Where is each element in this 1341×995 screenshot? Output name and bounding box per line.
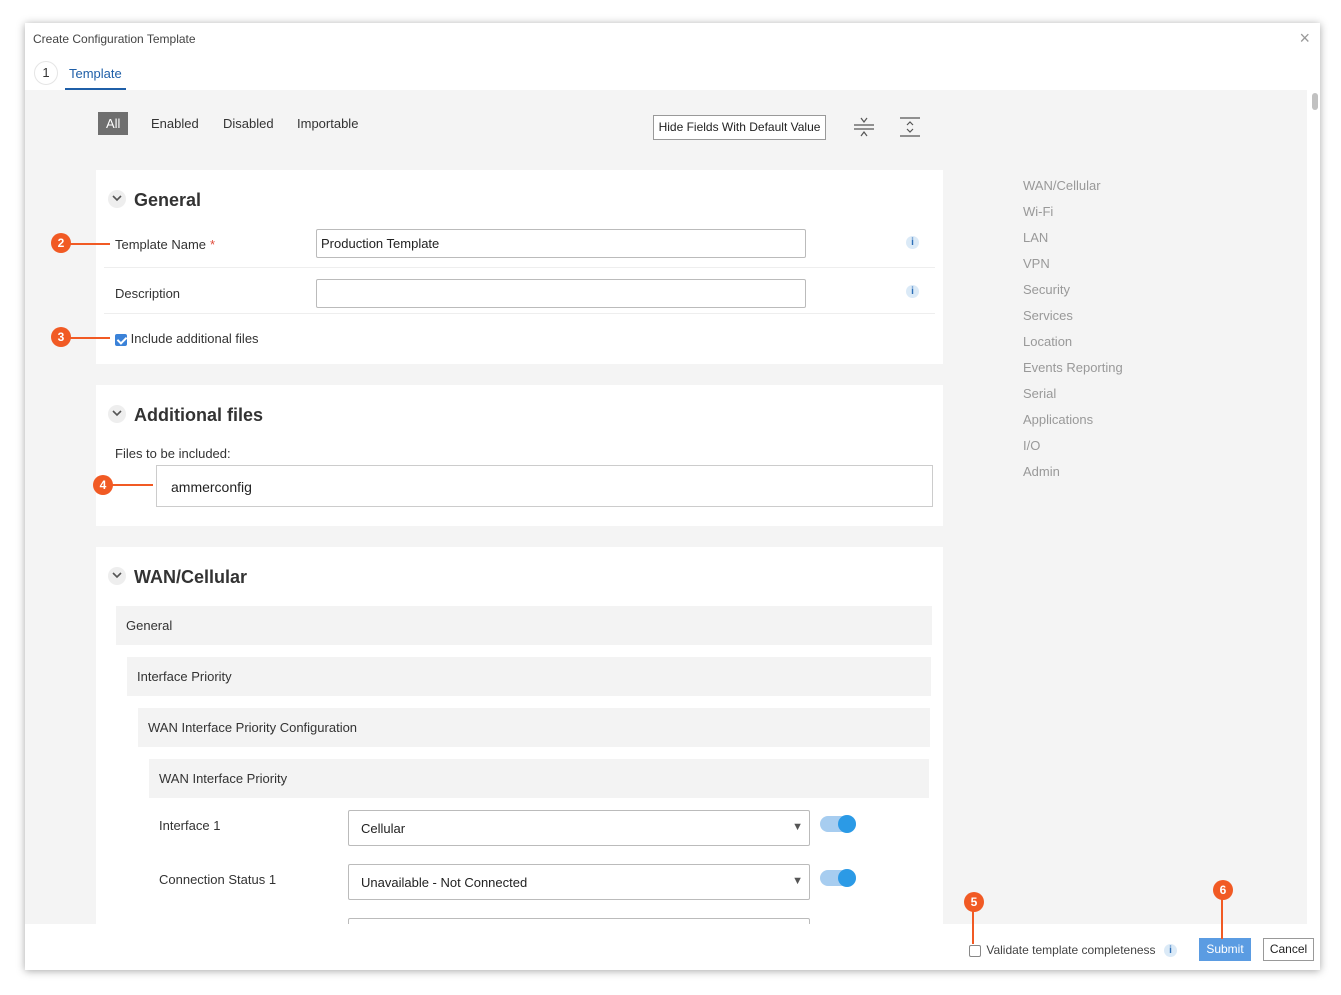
callout-3: 3: [51, 327, 71, 347]
filter-importable[interactable]: Importable: [289, 112, 366, 135]
interface-priority-row[interactable]: Interface Priority: [127, 657, 931, 696]
close-icon[interactable]: ×: [1299, 29, 1310, 47]
divider: [104, 267, 935, 268]
description-label: Description: [115, 286, 181, 301]
wan-title: WAN/Cellular: [134, 567, 248, 587]
connection-status1-label: Connection Status 1: [159, 872, 277, 887]
cancel-button[interactable]: Cancel: [1263, 938, 1314, 961]
callout-2: 2: [51, 233, 71, 253]
step-number: 1: [34, 61, 58, 85]
hide-default-fields-button[interactable]: Hide Fields With Default Value: [653, 115, 826, 140]
nav-admin[interactable]: Admin: [1023, 464, 1123, 490]
chevron-down-icon: [108, 190, 126, 209]
connection-status1-select[interactable]: Unavailable - Not Connected ▼: [348, 864, 810, 900]
callout-6: 6: [1213, 880, 1233, 900]
section-nav: WAN/Cellular Wi-Fi LAN VPN Security Serv…: [1023, 178, 1123, 490]
wan-section-header[interactable]: WAN/Cellular: [108, 567, 247, 588]
nav-security[interactable]: Security: [1023, 282, 1123, 308]
validate-label: Validate template completeness: [986, 943, 1156, 957]
required-marker: *: [210, 237, 216, 252]
connection-status1-toggle[interactable]: [820, 869, 856, 887]
files-input[interactable]: ammerconfig: [156, 465, 933, 507]
nav-events-reporting[interactable]: Events Reporting: [1023, 360, 1123, 386]
callout-4: 4: [93, 475, 113, 495]
callout-5: 5: [964, 892, 984, 912]
filter-enabled[interactable]: Enabled: [143, 112, 207, 135]
additional-files-title: Additional files: [134, 405, 264, 425]
nav-wan-cellular[interactable]: WAN/Cellular: [1023, 178, 1123, 204]
nav-location[interactable]: Location: [1023, 334, 1123, 360]
wan-general-row[interactable]: General: [116, 606, 932, 645]
callout-line: [1221, 899, 1223, 939]
dialog-title: Create Configuration Template: [33, 32, 196, 46]
chevron-down-icon: [108, 567, 126, 586]
additional-files-panel: Additional files Files to be included: a…: [96, 385, 943, 526]
callout-line: [112, 484, 153, 486]
nav-applications[interactable]: Applications: [1023, 412, 1123, 438]
template-name-label: Template Name *: [115, 237, 216, 252]
callout-line: [70, 337, 110, 339]
info-icon[interactable]: i: [906, 285, 919, 298]
interface1-select[interactable]: Cellular ▼: [348, 810, 810, 846]
nav-io[interactable]: I/O: [1023, 438, 1123, 464]
dropdown-caret-icon: ▼: [792, 821, 803, 833]
general-section-header[interactable]: General: [108, 190, 201, 211]
interface1-label: Interface 1: [159, 818, 221, 833]
step-tabs: 1 Template: [25, 58, 1320, 90]
wan-interface-priority-row[interactable]: WAN Interface Priority: [149, 759, 929, 798]
general-title: General: [134, 190, 202, 210]
main-content: All Enabled Disabled Importable Hide Fie…: [25, 90, 1307, 924]
nav-wifi[interactable]: Wi-Fi: [1023, 204, 1123, 230]
include-files-row: Include additional files: [115, 331, 259, 346]
callout-line: [70, 243, 110, 245]
wan-cellular-panel: WAN/Cellular General Interface Priority …: [96, 547, 943, 924]
nav-services[interactable]: Services: [1023, 308, 1123, 334]
collapse-all-icon[interactable]: [851, 114, 877, 140]
callout-line: [972, 911, 974, 944]
dropdown-caret-icon: ▼: [792, 875, 803, 887]
divider: [104, 313, 935, 314]
filter-all[interactable]: All: [98, 112, 129, 135]
description-input[interactable]: [316, 279, 806, 308]
include-files-checkbox[interactable]: [115, 333, 127, 346]
wan-priority-config-row[interactable]: WAN Interface Priority Configuration: [138, 708, 930, 747]
validate-checkbox[interactable]: [969, 944, 981, 957]
template-name-input[interactable]: Production Template: [316, 229, 806, 258]
nav-vpn[interactable]: VPN: [1023, 256, 1123, 282]
info-icon[interactable]: i: [906, 236, 919, 249]
additional-files-section-header[interactable]: Additional files: [108, 405, 263, 426]
info-icon[interactable]: i: [1164, 944, 1177, 957]
chevron-down-icon: [108, 405, 126, 424]
general-panel: General Template Name * Production Templa…: [96, 170, 943, 364]
submit-button[interactable]: Submit: [1199, 938, 1251, 961]
tab-template[interactable]: Template: [65, 58, 126, 90]
include-files-label: Include additional files: [130, 331, 259, 346]
validate-row: Validate template completeness: [969, 943, 1156, 957]
expand-all-icon[interactable]: [897, 114, 923, 140]
files-label: Files to be included:: [115, 446, 231, 461]
dialog-footer: Validate template completeness i Submit …: [25, 924, 1320, 970]
vertical-scrollbar[interactable]: [1307, 90, 1320, 924]
filter-disabled[interactable]: Disabled: [215, 112, 282, 135]
interface1-toggle[interactable]: [820, 815, 856, 833]
nav-serial[interactable]: Serial: [1023, 386, 1123, 412]
nav-lan[interactable]: LAN: [1023, 230, 1123, 256]
create-template-dialog: Create Configuration Template × 1 Templa…: [25, 23, 1320, 970]
